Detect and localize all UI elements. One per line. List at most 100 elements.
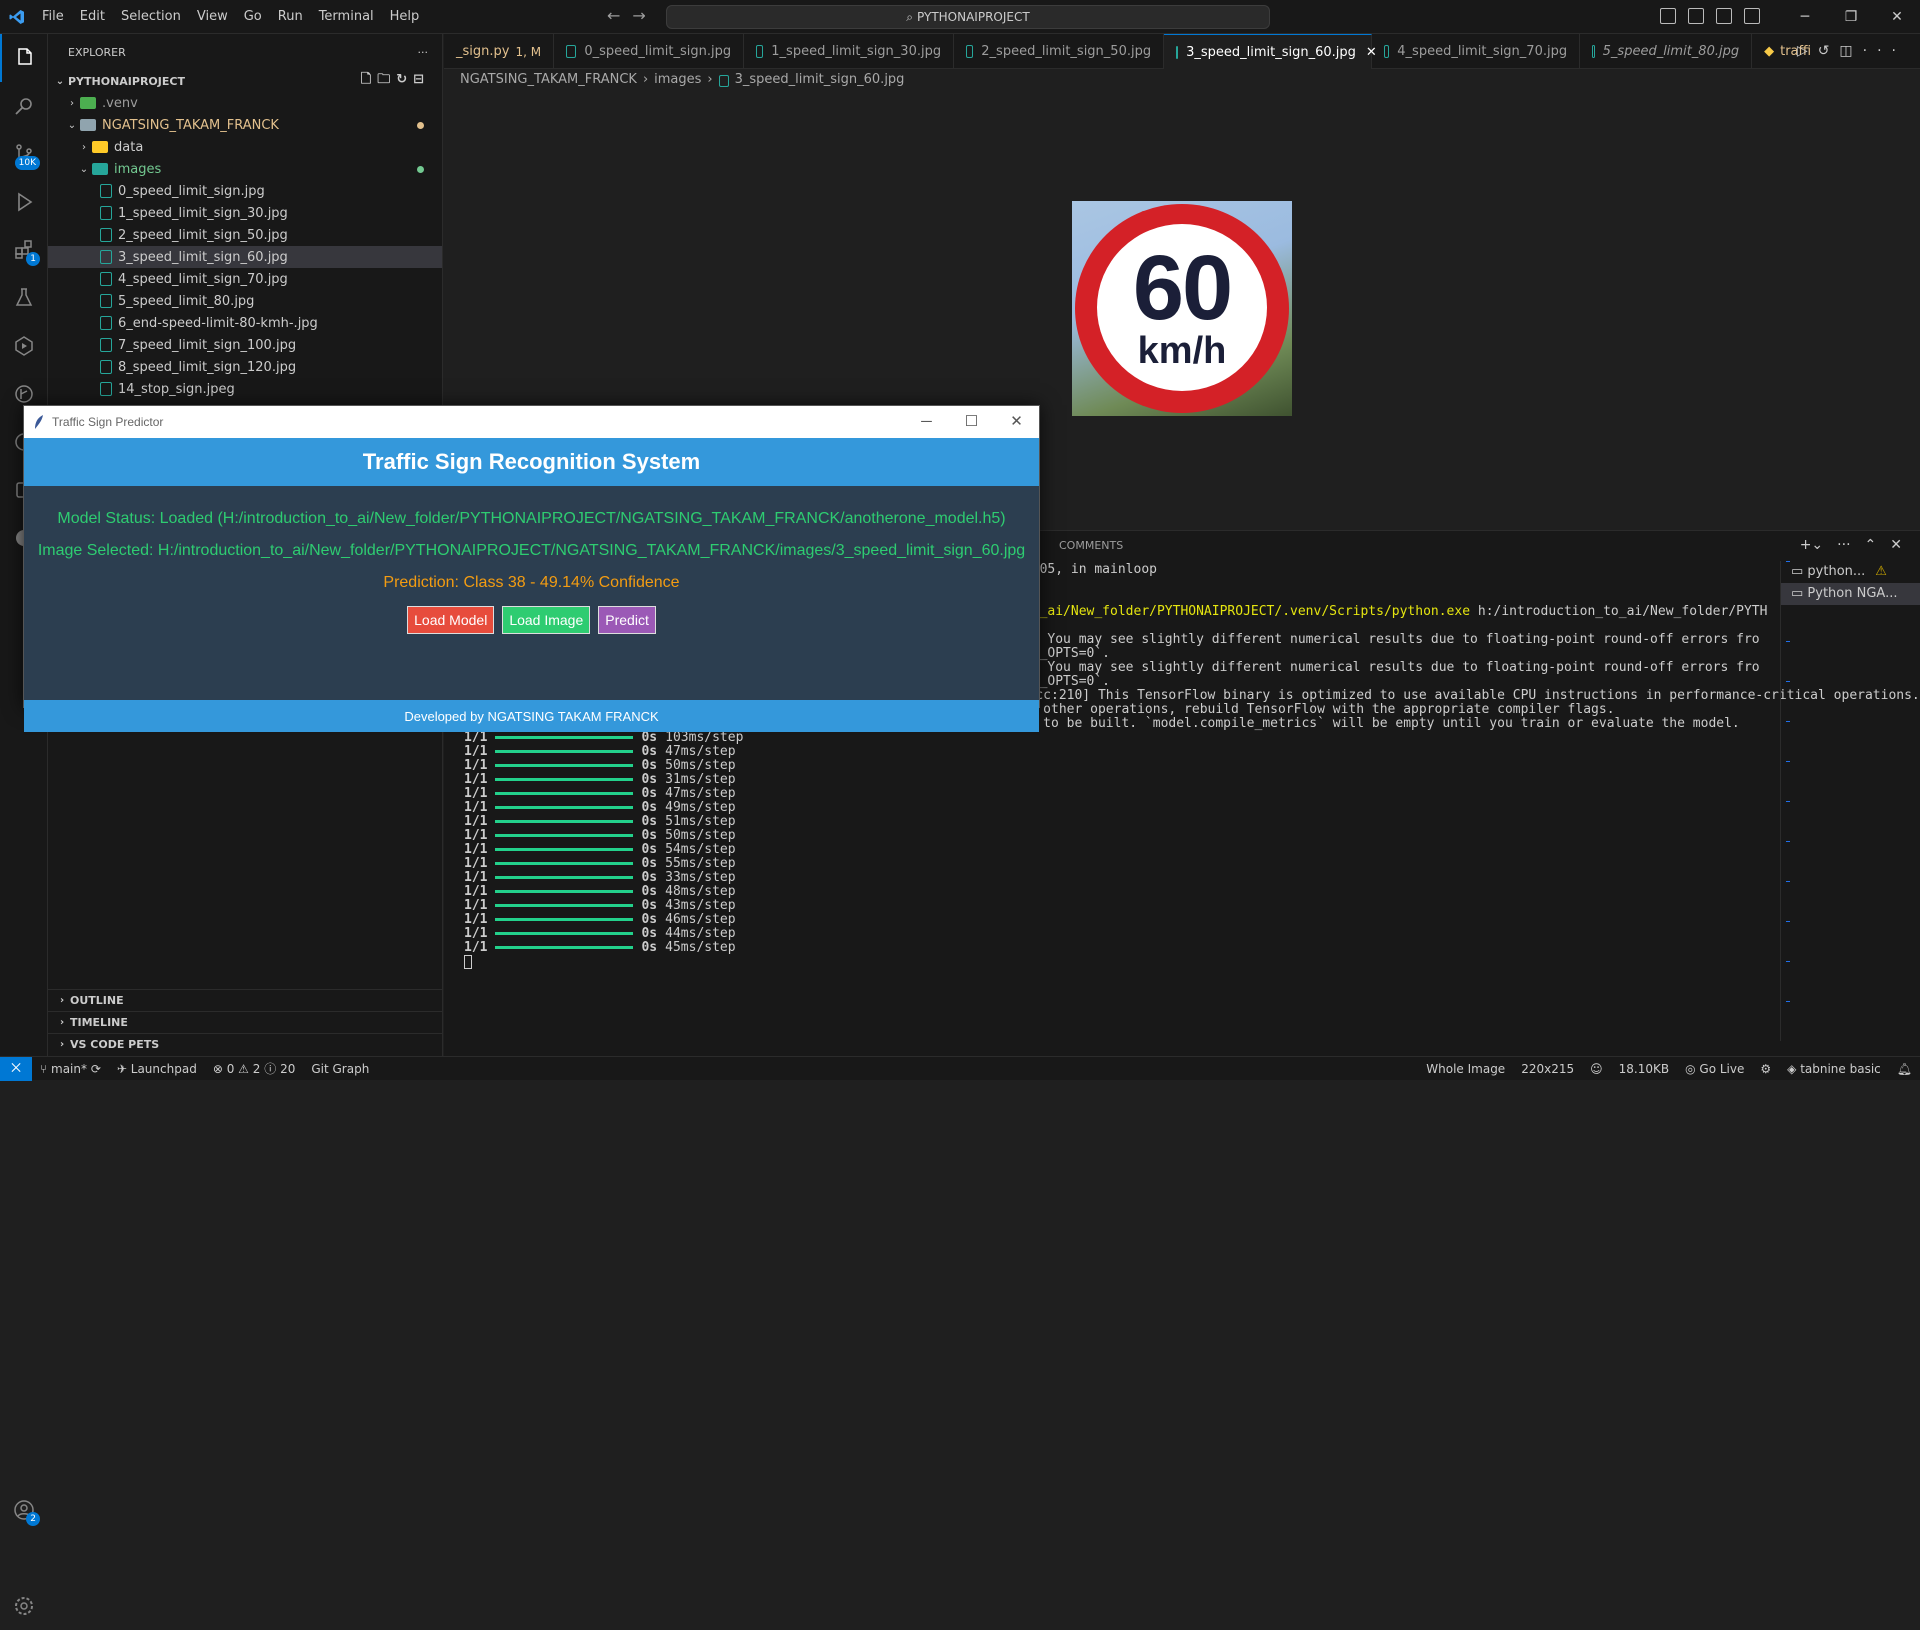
search-icon: ⌕	[906, 9, 914, 24]
gear-icon[interactable]	[0, 1582, 48, 1630]
restore-icon[interactable]: ❐	[1828, 0, 1874, 34]
extension-status-icon[interactable]: ⚙	[1752, 1062, 1779, 1076]
launchpad-status[interactable]: ✈ Launchpad	[109, 1062, 205, 1076]
project-root[interactable]: ⌄ PYTHONAIPROJECT 🗋🗀↻⊟	[48, 70, 442, 92]
predict-button[interactable]: Predict	[598, 606, 656, 634]
tab-image[interactable]: 4_speed_limit_sign_70.jpg	[1372, 34, 1581, 69]
terminal-list-item[interactable]: ▭ python... ⚠	[1781, 561, 1920, 583]
progress-line: 1/1 0s 48ms/step	[464, 883, 1784, 899]
remote-icon[interactable]: ⨉	[0, 1056, 32, 1081]
timeline-section[interactable]: › TIMELINE	[48, 1011, 443, 1033]
tab-image-active[interactable]: 3_speed_limit_sign_60.jpg ✕	[1164, 34, 1377, 69]
zoom-mode[interactable]: Whole Image	[1418, 1062, 1513, 1076]
editor-actions[interactable]: ▷↺◫···	[1797, 43, 1906, 59]
toggle-sidebar-icon[interactable]	[1688, 8, 1704, 24]
command-center-search[interactable]: ⌕ PYTHONAIPROJECT	[666, 5, 1270, 29]
vscode-pets-section[interactable]: › VS CODE PETS	[48, 1033, 443, 1055]
toggle-secondary-sidebar-icon[interactable]	[1744, 8, 1760, 24]
accounts-icon[interactable]: 2	[0, 1486, 48, 1534]
tab-image[interactable]: 0_speed_limit_sign.jpg	[554, 34, 745, 69]
panel-tab-comments[interactable]: COMMENTS	[1059, 539, 1123, 552]
explorer-actions[interactable]: 🗋🗀↻⊟	[361, 70, 430, 92]
tree-folder-data[interactable]: › data	[48, 136, 442, 158]
minimize-icon[interactable]: ─	[904, 406, 949, 438]
tree-folder-venv[interactable]: › .venv	[48, 92, 442, 114]
notifications-icon[interactable]: 🔔︎	[1889, 1062, 1920, 1076]
menu-terminal[interactable]: Terminal	[311, 0, 382, 34]
tree-folder-ngatsing[interactable]: ⌄ NGATSING_TAKAM_FRANCK	[48, 114, 442, 136]
menu-run[interactable]: Run	[270, 0, 311, 34]
terminal-list-item-active[interactable]: ▭ Python NGA...	[1781, 583, 1920, 605]
maximize-panel-icon[interactable]: ⌃	[1865, 537, 1877, 553]
explorer-icon[interactable]	[0, 34, 48, 82]
menu-edit[interactable]: Edit	[72, 0, 113, 34]
progress-bar	[495, 918, 634, 921]
source-control-icon[interactable]: 10K	[0, 130, 48, 178]
progress-bar	[495, 848, 634, 851]
load-image-button[interactable]: Load Image	[502, 606, 591, 634]
tree-label: 14_stop_sign.jpeg	[118, 381, 235, 397]
add-terminal-icon[interactable]: +⌄	[1800, 537, 1823, 553]
tree-file[interactable]: 14_stop_sign.jpeg	[48, 378, 442, 400]
terminal-name: python...	[1807, 564, 1866, 579]
copilot-icon[interactable]: ☺	[1582, 1062, 1611, 1076]
tree-file[interactable]: 7_speed_limit_sign_100.jpg	[48, 334, 442, 356]
tab-python-file[interactable]: _sign.py 1, M	[444, 34, 555, 69]
tree-label: 0_speed_limit_sign.jpg	[118, 183, 265, 199]
layout-controls[interactable]	[1660, 8, 1760, 24]
close-icon[interactable]: ✕	[994, 406, 1039, 438]
tree-file[interactable]: 2_speed_limit_sign_50.jpg	[48, 224, 442, 246]
maximize-icon[interactable]: ☐	[949, 406, 994, 438]
go-live-button[interactable]: ◎ Go Live	[1677, 1062, 1752, 1076]
more-actions-icon[interactable]: ···	[418, 46, 429, 59]
breadcrumb-item[interactable]: 3_speed_limit_sign_60.jpg	[735, 72, 905, 87]
branch-status[interactable]: ⑂ main* ⟳	[32, 1062, 109, 1076]
menu-selection[interactable]: Selection	[113, 0, 189, 34]
more-actions-icon[interactable]: ···	[1837, 537, 1850, 553]
tree-file[interactable]: 4_speed_limit_sign_70.jpg	[48, 268, 442, 290]
close-panel-icon[interactable]: ✕	[1890, 537, 1902, 553]
menu-file[interactable]: File	[34, 0, 72, 34]
load-model-button[interactable]: Load Model	[407, 606, 495, 634]
progress-line: 1/1 0s 45ms/step	[464, 939, 1784, 955]
tab-image[interactable]: 5_speed_limit_80.jpg	[1580, 34, 1753, 69]
breadcrumb-item[interactable]: images	[654, 72, 701, 87]
menu-help[interactable]: Help	[382, 0, 428, 34]
sync-icon: ⟳	[90, 1061, 101, 1076]
tree-folder-images[interactable]: ⌄ images	[48, 158, 442, 180]
tab-image[interactable]: 2_speed_limit_sign_50.jpg	[954, 34, 1165, 69]
close-icon[interactable]: ✕	[1874, 0, 1920, 34]
extensions-icon[interactable]: 1	[0, 226, 48, 274]
git-graph-status[interactable]: Git Graph	[303, 1062, 377, 1076]
image-size: 18.10KB	[1618, 1062, 1670, 1076]
layout-icon[interactable]	[1660, 8, 1676, 24]
source-control-badge: 10K	[14, 156, 40, 170]
testing-icon[interactable]	[0, 274, 48, 322]
remote-explorer-icon[interactable]	[0, 322, 48, 370]
progress-bar	[495, 736, 634, 739]
outline-section[interactable]: › OUTLINE	[48, 989, 443, 1011]
nav-arrows[interactable]: ←→	[607, 6, 658, 25]
tabnine-status[interactable]: ◈ tabnine basic	[1779, 1062, 1889, 1076]
tree-file[interactable]: 5_speed_limit_80.jpg	[48, 290, 442, 312]
search-icon[interactable]	[0, 82, 48, 130]
tk-titlebar[interactable]: Traffic Sign Predictor ─ ☐ ✕	[24, 406, 1039, 438]
toggle-panel-icon[interactable]	[1716, 8, 1732, 24]
project-root-label: PYTHONAIPROJECT	[68, 74, 185, 88]
tab-image[interactable]: 1_speed_limit_sign_30.jpg	[744, 34, 955, 69]
tree-file[interactable]: 1_speed_limit_sign_30.jpg	[48, 202, 442, 224]
tree-file[interactable]: 0_speed_limit_sign.jpg	[48, 180, 442, 202]
problems-status[interactable]: ⊗ 0 ⚠ 2 ⓘ 20	[205, 1060, 304, 1077]
tree-file-selected[interactable]: 3_speed_limit_sign_60.jpg	[48, 246, 442, 268]
tabnine-icon: ◈	[1787, 1062, 1801, 1076]
minimize-icon[interactable]: ─	[1782, 0, 1828, 34]
run-debug-icon[interactable]	[0, 178, 48, 226]
tree-file[interactable]: 6_end-speed-limit-80-kmh-.jpg	[48, 312, 442, 334]
tree-label: 4_speed_limit_sign_70.jpg	[118, 271, 288, 287]
tree-file[interactable]: 8_speed_limit_sign_120.jpg	[48, 356, 442, 378]
warning-count: 2	[252, 1062, 261, 1076]
breadcrumb-item[interactable]: NGATSING_TAKAM_FRANCK	[460, 72, 637, 87]
menu-view[interactable]: View	[189, 0, 236, 34]
menu-go[interactable]: Go	[236, 0, 270, 34]
branch-icon: ⑂	[40, 1061, 52, 1076]
